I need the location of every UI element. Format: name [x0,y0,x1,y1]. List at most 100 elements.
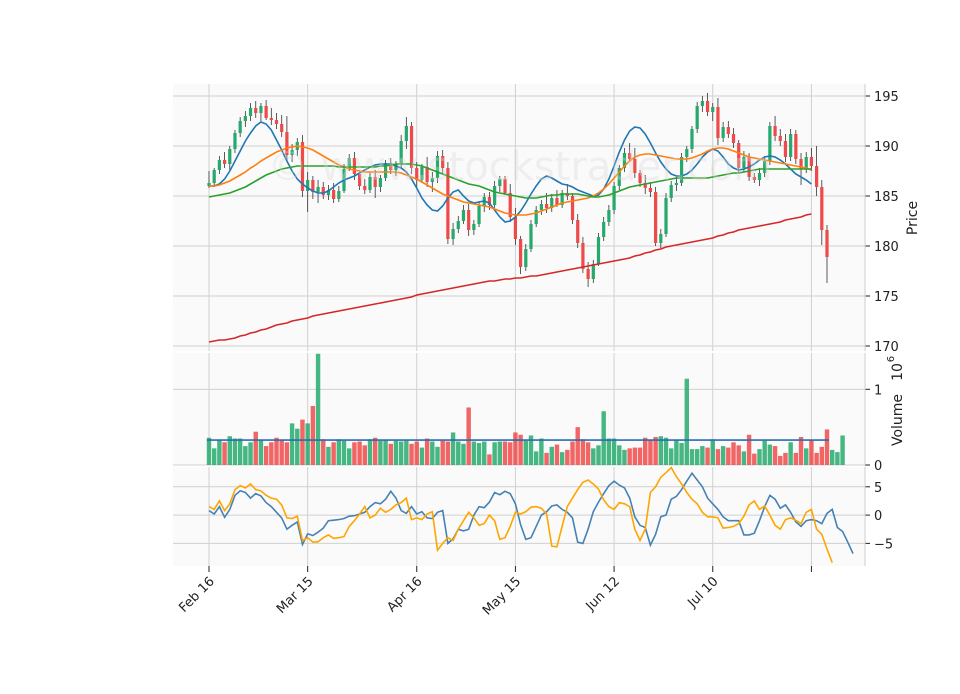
price-y-tick-label: 190 [874,140,899,155]
volume-bar [736,445,741,465]
volume-bar [689,449,695,465]
volume-bar [804,448,809,465]
x-tick-label: Jul 10 [685,574,722,611]
candle-up [337,191,341,199]
volume-axis-label: Volume [890,394,906,446]
volume-bar [809,440,814,465]
candle-up [404,126,408,141]
volume-bar [300,419,305,465]
candle-up [477,206,481,224]
candle-down [518,239,523,267]
candle-up [243,116,247,121]
chart-figure: 170 175 180 185 190 195 01 −5 0 5 Feb 16 Mar 15 A… [0,0,960,690]
price-axis-label: Price [905,201,921,235]
volume-bar [731,442,736,465]
volume-bar [778,455,783,465]
volume-bar [523,440,528,465]
volume-bar [414,441,419,465]
volume-bar [211,448,217,465]
candle-down [544,204,549,208]
volume-bar [253,431,258,465]
volume-bar [502,441,508,465]
volume-bar [637,447,643,465]
volume-bar [653,437,658,465]
volume-bar [798,437,804,465]
volume-bar [752,453,757,465]
candle-down [586,269,590,279]
candle-up [664,198,668,234]
candle-up [596,237,601,264]
candle-down [274,120,279,124]
volume-bar [762,440,767,465]
volume-bar [487,454,492,465]
volume-bar [341,440,347,465]
volume-bar [580,439,586,465]
volume-bar [289,423,295,465]
candle-down [654,192,658,243]
volume-bar [388,443,393,465]
x-tick-label: May 15 [480,574,524,618]
volume-bar [248,442,253,465]
candle-down [254,108,258,113]
volume-bar [726,447,731,465]
price-y-tick-label: 175 [874,290,899,305]
candle-up [539,204,543,210]
volume-bar [393,440,399,465]
volume-bar [622,449,627,465]
volume-bar [627,448,632,465]
volume-bar [222,442,227,465]
volume-bar [440,440,445,465]
volume-bar [674,440,679,465]
candle-down [581,243,585,269]
volume-bar [424,438,430,465]
volume-bar [575,427,580,465]
volume-bar [611,438,617,465]
candle-up [602,222,606,237]
volume-bar [237,438,243,465]
candle-up [607,210,611,222]
volume-axis-exponent: 106 [886,356,906,381]
x-tick-label: Apr 16 [384,574,425,615]
oscillator-y-tick-label: −5 [874,537,893,552]
volume-bar [430,441,435,465]
candle-up [524,249,528,267]
candle-down [794,134,798,159]
candle-up [456,221,460,229]
volume-bar [694,449,700,465]
volume-bar [217,440,222,465]
volume-bar [710,439,715,465]
x-tick-label: Feb 16 [176,574,218,616]
candle-up [238,121,242,133]
volume-bar [466,407,471,465]
price-y-tick-label: 170 [874,340,899,355]
candle-down [269,118,273,120]
volume-bar [663,437,669,465]
volume-bar [814,452,819,465]
volume-bar [321,439,326,465]
volume-bar [445,441,451,465]
candle-up [591,264,595,279]
volume-bar [409,443,414,465]
volume-bar [258,440,264,465]
volume-bar [331,442,336,465]
candle-down [280,124,284,132]
volume-bar [591,448,596,465]
volume-bar [372,437,378,465]
candle-up [789,134,793,157]
candle-up [233,133,237,149]
watermark: © www.stockstrader.com [268,144,772,190]
volume-bar [206,437,212,465]
candle-down [820,187,824,230]
candle-up [472,224,476,230]
volume-bar [362,445,368,465]
candle-down [783,141,788,157]
candle-down [467,210,471,230]
volume-bar [398,441,404,465]
candle-down [264,106,268,118]
volume-bar [419,447,425,465]
volume-bar [840,435,845,465]
candle-up [461,210,466,221]
volume-bar [788,442,793,465]
candle-down [773,126,777,136]
volume-bar [476,443,482,465]
